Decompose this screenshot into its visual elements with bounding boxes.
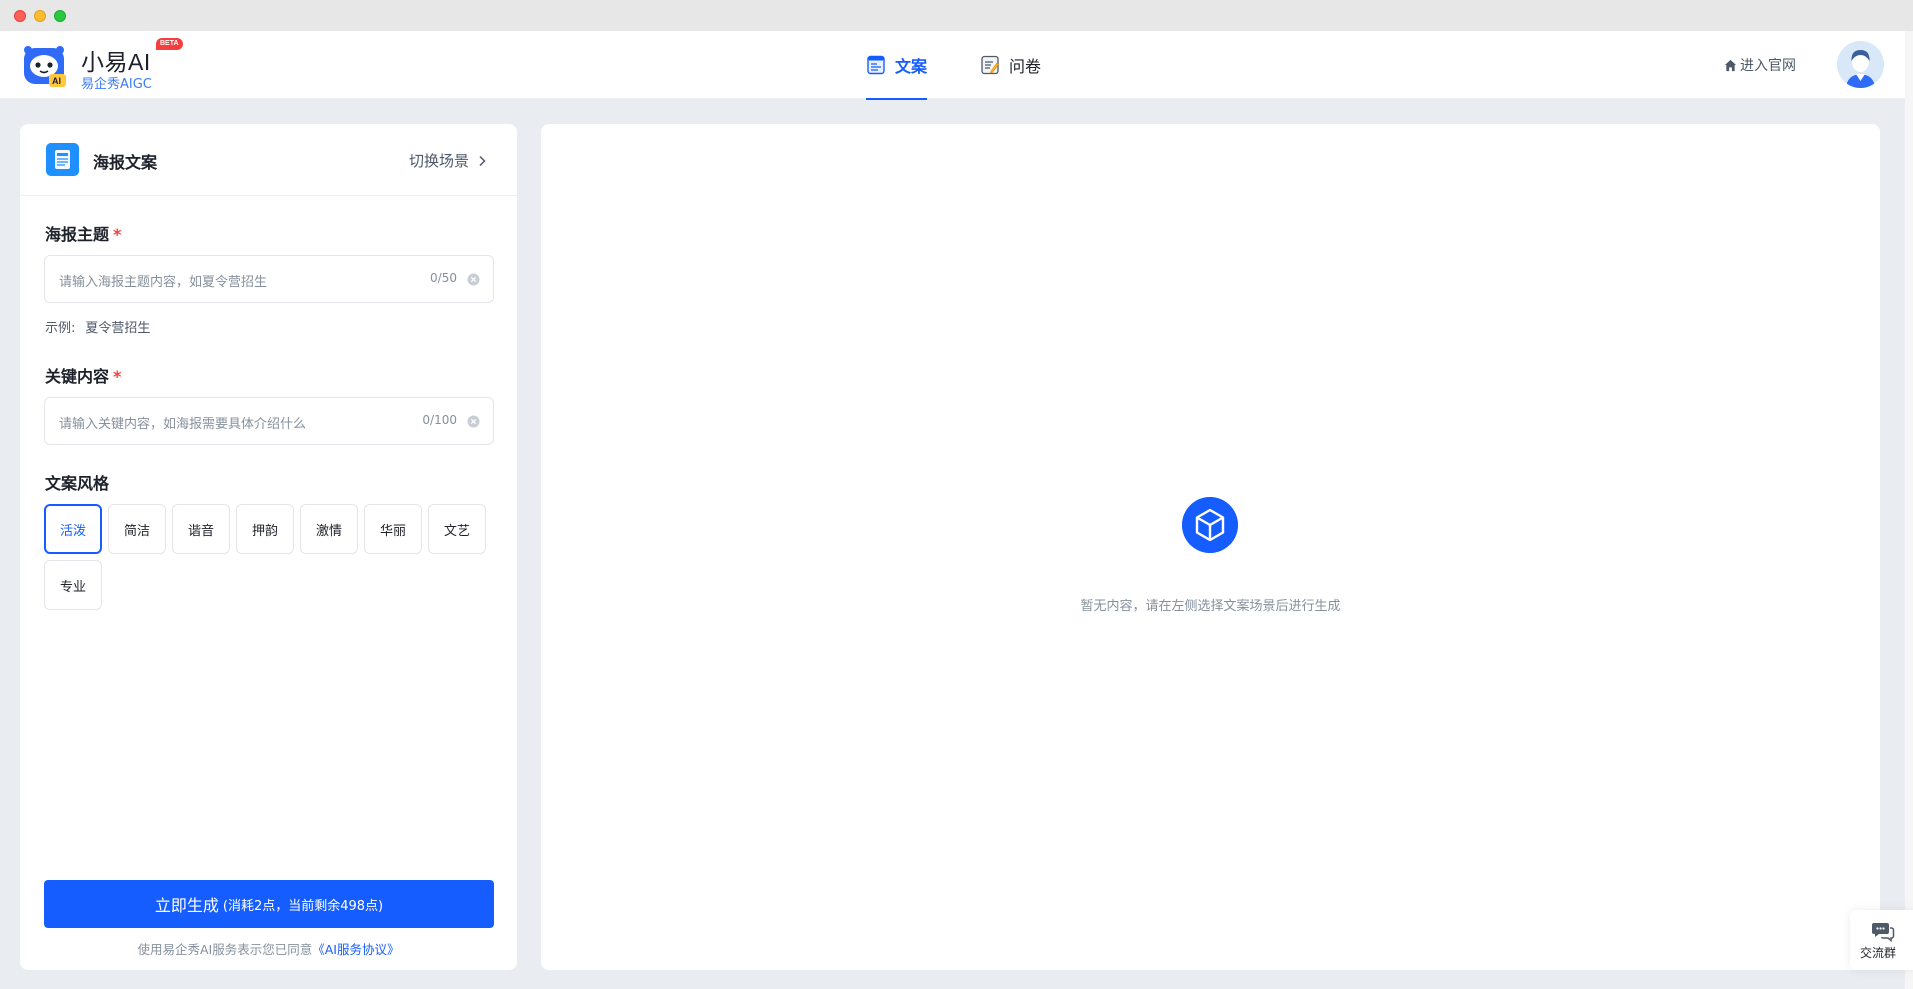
generate-button-label: 立即生成	[154, 896, 219, 915]
user-avatar-icon	[1837, 41, 1884, 88]
agreement-text: 使用易企秀AI服务表示您已同意	[137, 942, 313, 957]
home-icon	[1724, 59, 1737, 71]
style-field-label: 文案风格	[45, 474, 110, 493]
theme-char-counter: 0/50	[430, 271, 457, 285]
required-mark: *	[113, 225, 122, 244]
example-value[interactable]: 夏令营招生	[85, 321, 150, 336]
brand-name: 小易AI	[81, 49, 151, 75]
user-avatar[interactable]	[1837, 41, 1884, 88]
chevron-right-icon	[479, 155, 486, 166]
chat-bubbles-icon	[1872, 923, 1895, 942]
tab-wenan-label: 文案	[895, 57, 928, 76]
robot-logo-icon[interactable]: AI	[22, 42, 68, 88]
style-option-yayun[interactable]: 押韵	[236, 504, 294, 554]
tab-wenjuan-label: 问卷	[1009, 57, 1042, 76]
tab-wenan[interactable]: 文案	[866, 31, 928, 100]
style-option-huali[interactable]: 华丽	[364, 504, 422, 554]
theme-input[interactable]: 请输入海报主题内容，如夏令营招生 0/50	[44, 255, 494, 303]
svg-text:AI: AI	[52, 76, 61, 86]
empty-state-text: 暂无内容，请在左侧选择文案场景后进行生成	[1080, 599, 1341, 614]
brand-subtitle: 易企秀AIGC	[81, 77, 152, 92]
style-option-jianjie[interactable]: 简洁	[108, 504, 166, 554]
theme-label-text: 海报主题	[45, 225, 110, 244]
enter-site-label: 进入官网	[1740, 58, 1796, 74]
key-content-char-counter: 0/100	[422, 413, 457, 427]
style-option-zhuanye[interactable]: 专业	[44, 560, 102, 610]
example-label: 示例:	[45, 321, 76, 336]
document-icon	[867, 55, 885, 75]
theme-input-placeholder: 请输入海报主题内容，如夏令营招生	[59, 275, 268, 290]
scene-title: 海报文案	[93, 153, 158, 172]
key-content-field-label: 关键内容 *	[45, 363, 121, 387]
minimize-window-button[interactable]	[34, 10, 46, 22]
generate-button[interactable]: 立即生成 (消耗2点，当前剩余498点)	[44, 880, 494, 928]
generate-cost-note: (消耗2点，当前剩余498点)	[222, 898, 384, 914]
result-panel: 暂无内容，请在左侧选择文案场景后进行生成	[541, 124, 1880, 970]
empty-box-icon	[1182, 497, 1238, 553]
clear-icon[interactable]	[467, 415, 480, 428]
switch-scene-label: 切换场景	[408, 152, 469, 170]
style-option-xieyin[interactable]: 谐音	[172, 504, 230, 554]
clear-icon[interactable]	[467, 273, 480, 286]
community-label: 交流群	[1860, 946, 1897, 960]
beta-badge: BETA	[156, 38, 183, 50]
agreement-notice: 使用易企秀AI服务表示您已同意《AI服务协议》	[20, 939, 517, 958]
vertical-scrollbar[interactable]	[1905, 31, 1913, 989]
enter-site-link[interactable]: 进入官网	[1724, 55, 1796, 75]
theme-field-label: 海报主题 *	[45, 221, 121, 245]
service-agreement-link[interactable]: 《AI服务协议》	[312, 942, 399, 957]
key-content-input[interactable]: 请输入关键内容，如海报需要具体介绍什么 0/100	[44, 397, 494, 445]
generator-form-panel: 海报文案 切换场景 海报主题 * 请输入海报主题内容，如夏令营招生 0/50 示例…	[20, 124, 517, 970]
close-window-button[interactable]	[14, 10, 26, 22]
switch-scene-button[interactable]: 切换场景	[409, 150, 487, 171]
window-titlebar	[0, 0, 1913, 31]
style-option-jiqing[interactable]: 激情	[300, 504, 358, 554]
key-content-label-text: 关键内容	[45, 367, 110, 386]
key-content-input-placeholder: 请输入关键内容，如海报需要具体介绍什么	[59, 417, 307, 432]
tab-wenjuan[interactable]: 问卷	[980, 31, 1041, 99]
maximize-window-button[interactable]	[54, 10, 66, 22]
community-float-button[interactable]: 交流群	[1850, 910, 1913, 970]
top-header: AI 小易AI BETA 易企秀AIGC 文案 问卷 进入官网	[0, 31, 1913, 100]
poster-scene-icon	[46, 143, 79, 176]
survey-icon	[981, 55, 999, 75]
panel-header: 海报文案 切换场景	[20, 124, 517, 196]
theme-example: 示例: 夏令营招生	[45, 317, 150, 336]
style-option-wenyi[interactable]: 文艺	[428, 504, 486, 554]
required-mark: *	[113, 367, 122, 386]
style-option-huopo[interactable]: 活泼	[44, 504, 102, 554]
